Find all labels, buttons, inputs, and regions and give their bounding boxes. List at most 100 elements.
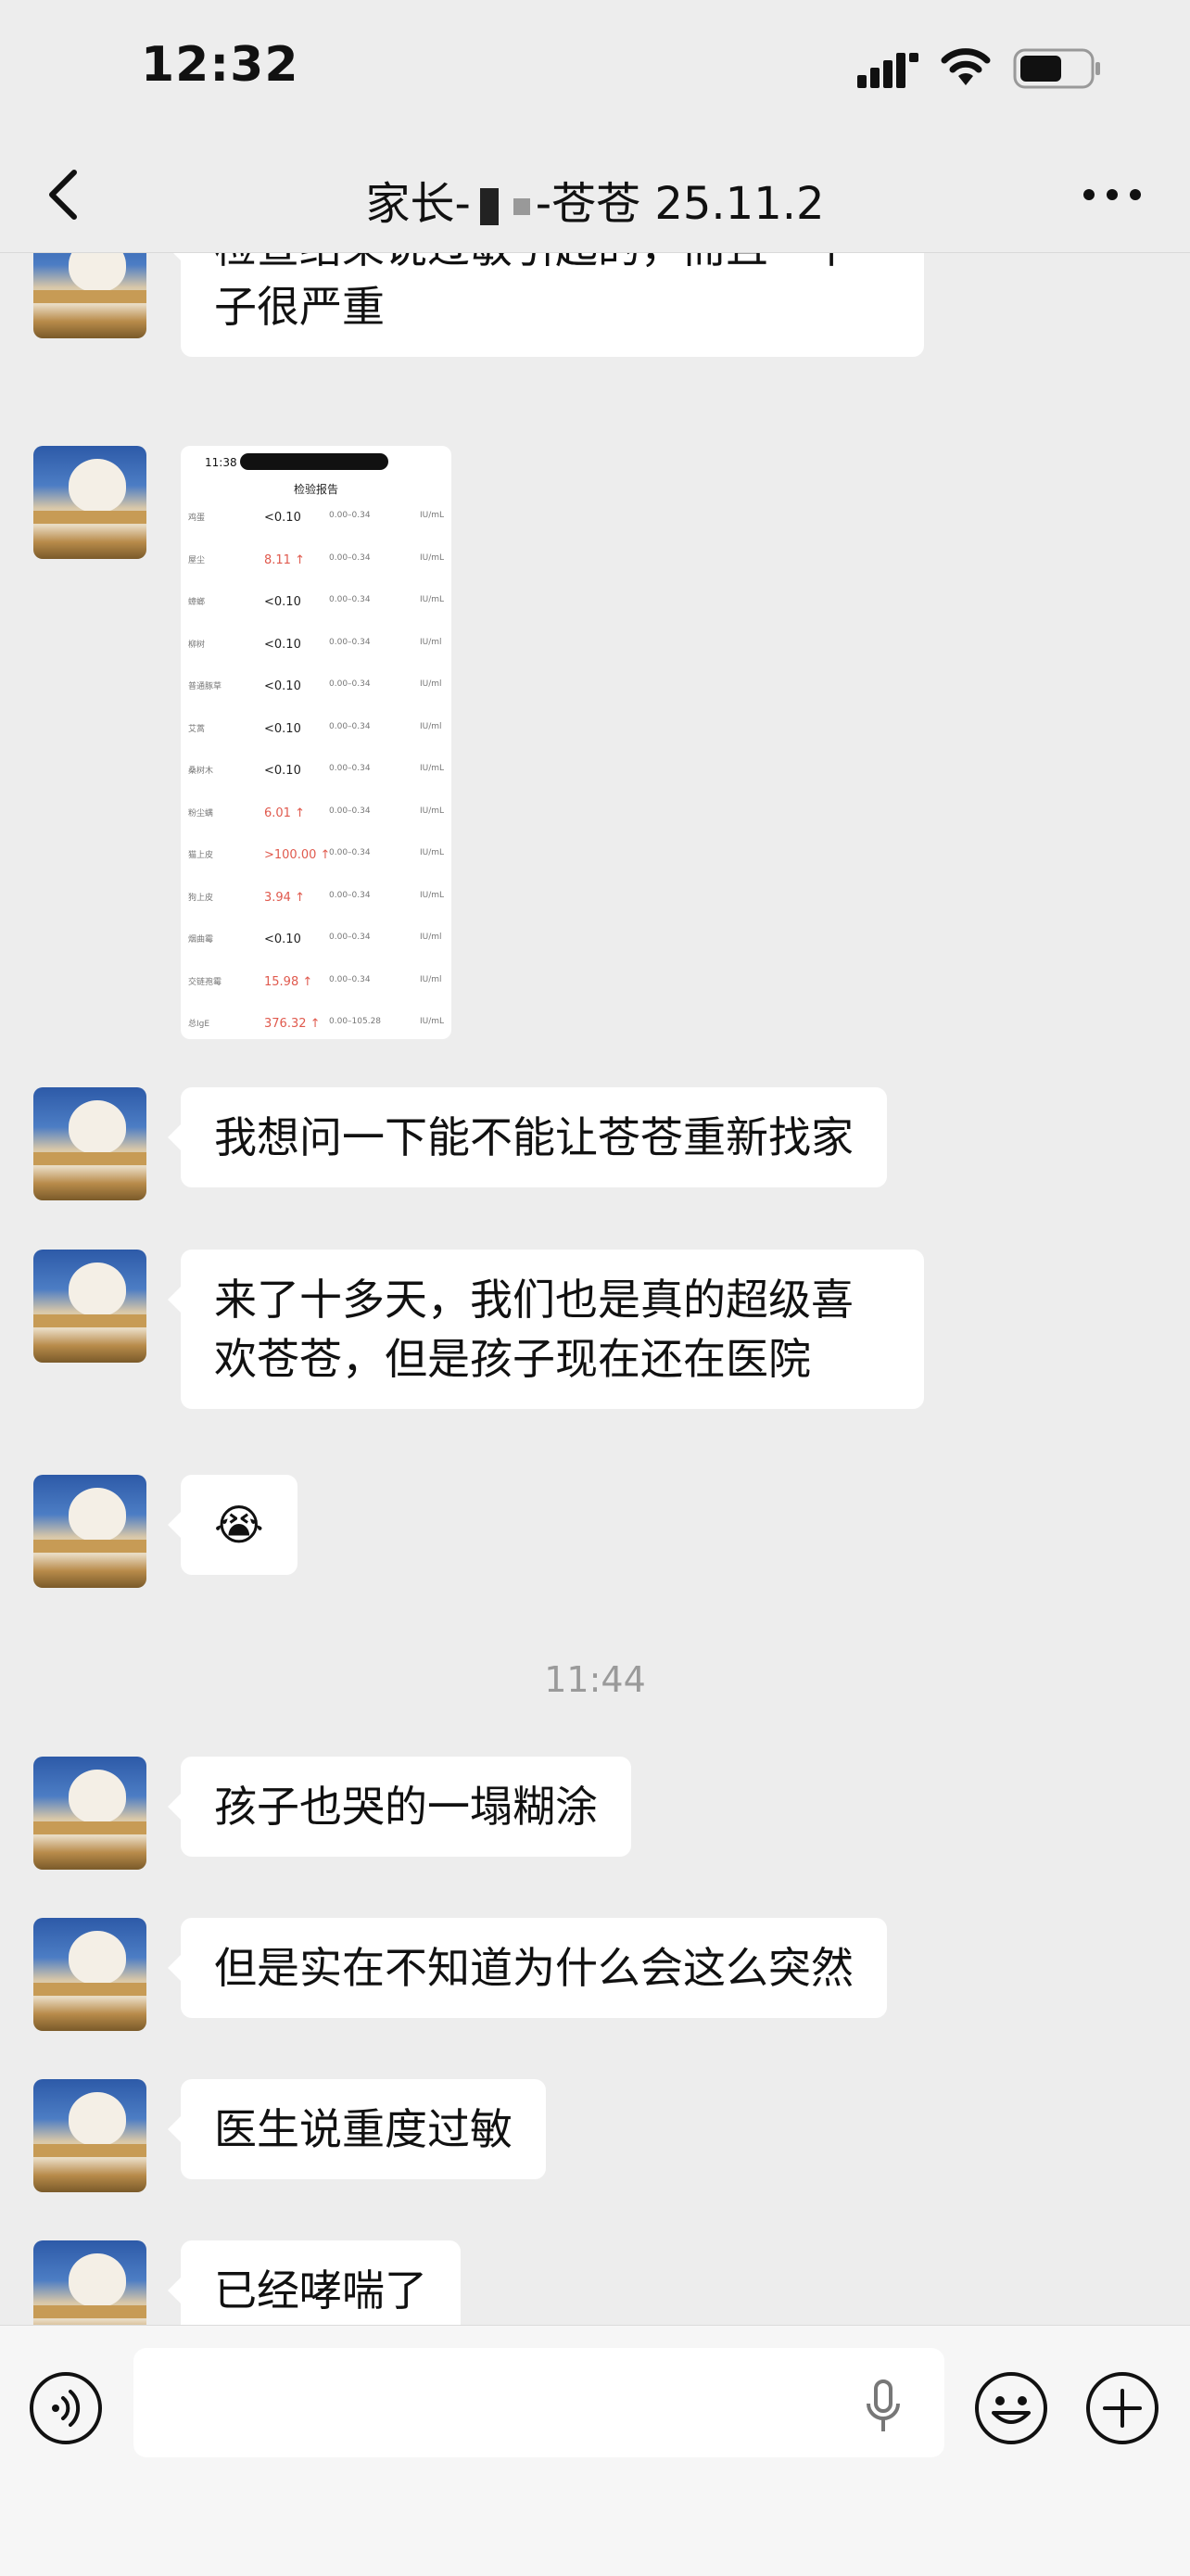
nav-bar: 家长- -苍苍 25.11.2 (0, 139, 1190, 253)
message-text: 孩子也哭的一塌糊涂 (214, 1782, 598, 1832)
message-bubble[interactable]: 但是实在不知道为什么会这么突然 (168, 1918, 887, 2018)
avatar[interactable] (33, 446, 146, 559)
redaction-mark (479, 188, 499, 225)
lab-item-value: 15.98 ↑ (264, 974, 313, 989)
message-bubble[interactable]: 检查结果说过敏引起的，而且一下子很严重 (168, 253, 924, 357)
cellular-signal-icon (857, 53, 918, 88)
avatar[interactable] (33, 1087, 146, 1200)
lab-result-row: 总IgE 376.32 ↑ 0.00–105.28 IU/mL (181, 1017, 451, 1035)
lab-item-range: 0.00–0.34 (329, 933, 371, 942)
screenshot-image-message[interactable]: 11:38 检验报告 鸡蛋 <0.10 0.00–0.34 IU/mL 屋尘 8.11 ↑… (181, 446, 451, 1039)
lab-item-name: 烟曲霉 (188, 935, 214, 945)
lab-result-row: 鸡蛋 <0.10 0.00–0.34 IU/mL (181, 511, 451, 529)
status-bar: 12:32 (0, 0, 1190, 139)
lab-item-unit: IU/mL (420, 511, 445, 520)
microphone-icon[interactable] (864, 2379, 903, 2435)
lab-result-row: 烟曲霉 <0.10 0.00–0.34 IU/ml (181, 933, 451, 951)
crying-emoji: 😭 (214, 1500, 264, 1550)
lab-item-name: 屋尘 (188, 555, 206, 565)
lab-item-range: 0.00–0.34 (329, 806, 371, 816)
avatar[interactable] (33, 1757, 146, 1870)
chat-title-suffix: -苍苍 25.11.2 (535, 178, 825, 230)
screenshot-time: 11:38 (205, 456, 237, 469)
message-bubble[interactable]: 孩子也哭的一塌糊涂 (168, 1757, 631, 1857)
message-input[interactable] (133, 2348, 944, 2457)
lab-item-range: 0.00–0.34 (329, 721, 371, 731)
lab-item-value: 6.01 ↑ (264, 806, 305, 820)
avatar[interactable] (33, 2240, 146, 2325)
lab-item-range: 0.00–105.28 (329, 1017, 382, 1026)
message-bubble[interactable]: 我想问一下能不能让苍苍重新找家 (168, 1087, 887, 1187)
lab-result-row: 桑树木 <0.10 0.00–0.34 IU/mL (181, 764, 451, 782)
avatar[interactable] (33, 2079, 146, 2192)
lab-item-unit: IU/ml (420, 637, 442, 647)
message-text: 但是实在不知道为什么会这么突然 (214, 1943, 854, 1993)
message-bubble[interactable]: 已经哮喘了 (168, 2240, 461, 2325)
lab-item-value: <0.10 (264, 764, 301, 778)
lab-item-range: 0.00–0.34 (329, 679, 371, 689)
lab-item-name: 普通豚草 (188, 682, 222, 692)
screenshot-dynamic-island (240, 453, 388, 470)
lab-item-range: 0.00–0.34 (329, 511, 371, 520)
lab-item-range: 0.00–0.34 (329, 595, 371, 604)
status-time: 12:32 (141, 37, 299, 93)
more-options-icon[interactable] (1080, 185, 1145, 204)
lab-item-name: 猫上皮 (188, 851, 214, 860)
message-bubble[interactable]: 医生说重度过敏 (168, 2079, 546, 2179)
lab-item-name: 桑树木 (188, 767, 214, 776)
chat-title-prefix: 家长- (365, 178, 471, 230)
lab-item-name: 狗上皮 (188, 893, 214, 903)
lab-item-unit: IU/mL (420, 806, 445, 816)
lab-result-row: 屋尘 8.11 ↑ 0.00–0.34 IU/mL (181, 553, 451, 572)
lab-item-range: 0.00–0.34 (329, 552, 371, 563)
avatar[interactable] (33, 253, 146, 338)
lab-result-row: 猫上皮 >100.00 ↑ 0.00–0.34 IU/mL (181, 848, 451, 867)
voice-input-icon[interactable] (28, 2370, 104, 2446)
lab-item-unit: IU/ml (420, 933, 442, 942)
lab-item-unit: IU/mL (420, 890, 445, 900)
screenshot-header: 检验报告 (293, 483, 338, 496)
lab-item-unit: IU/mL (420, 848, 445, 857)
chat-messages[interactable]: 检查结果说过敏引起的，而且一下子很严重 11:38 检验报告 鸡蛋 <0.10 0.… (0, 253, 1190, 2325)
message-text: 检查结果说过敏引起的，而且一下子很严重 (214, 253, 854, 332)
lab-item-value: >100.00 ↑ (264, 848, 331, 862)
lab-result-row: 狗上皮 3.94 ↑ 0.00–0.34 IU/mL (181, 891, 451, 909)
lab-result-row: 艾蒿 <0.10 0.00–0.34 IU/ml (181, 722, 451, 741)
avatar[interactable] (33, 1475, 146, 1588)
lab-item-value: <0.10 (264, 637, 301, 652)
lab-item-value: <0.10 (264, 933, 301, 946)
lab-item-name: 柳树 (188, 640, 206, 650)
lab-item-value: <0.10 (264, 721, 301, 736)
lab-item-range: 0.00–0.34 (329, 764, 371, 773)
lab-item-name: 艾蒿 (188, 724, 206, 734)
message-text: 医生说重度过敏 (214, 2104, 513, 2154)
lab-result-row: 柳树 <0.10 0.00–0.34 IU/ml (181, 638, 451, 656)
lab-item-range: 0.00–0.34 (329, 637, 371, 647)
avatar[interactable] (33, 1918, 146, 2031)
lab-item-name: 总IgE (188, 1020, 210, 1029)
message-bubble[interactable]: 来了十多天，我们也是真的超级喜欢苍苍，但是孩子现在还在医院 (168, 1250, 924, 1409)
lab-item-name: 交链孢霉 (188, 977, 222, 987)
lab-item-range: 0.00–0.34 (329, 974, 371, 984)
lab-item-name: 鸡蛋 (188, 514, 206, 523)
lab-item-value: 376.32 ↑ (264, 1017, 321, 1031)
lab-item-unit: IU/ml (420, 721, 442, 731)
lab-result-row: 交链孢霉 15.98 ↑ 0.00–0.34 IU/ml (181, 975, 451, 994)
avatar[interactable] (33, 1250, 146, 1363)
lab-result-row: 粉尘螨 6.01 ↑ 0.00–0.34 IU/mL (181, 806, 451, 825)
lab-result-row: 蟑螂 <0.10 0.00–0.34 IU/mL (181, 595, 451, 614)
message-bubble[interactable]: 😭 (168, 1475, 298, 1575)
lab-item-unit: IU/ml (420, 974, 442, 984)
redaction-mark (513, 198, 530, 215)
add-icon[interactable] (1084, 2370, 1160, 2446)
lab-item-range: 0.00–0.34 (329, 848, 371, 857)
lab-item-value: 3.94 ↑ (264, 890, 305, 905)
wifi-icon (941, 48, 991, 85)
lab-item-range: 0.00–0.34 (329, 890, 371, 900)
lab-item-value: <0.10 (264, 511, 301, 525)
lab-item-unit: IU/mL (420, 764, 445, 773)
emoji-icon[interactable] (973, 2370, 1049, 2446)
input-bar (0, 2325, 1190, 2576)
message-text: 已经哮喘了 (214, 2265, 427, 2316)
lab-result-row: 普通豚草 <0.10 0.00–0.34 IU/ml (181, 679, 451, 698)
